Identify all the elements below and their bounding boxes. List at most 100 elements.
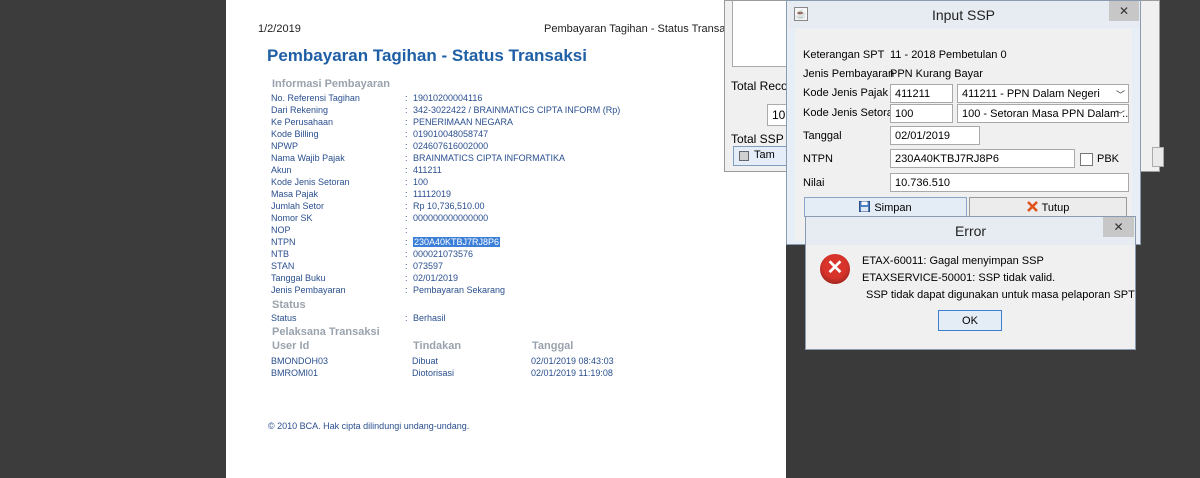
ok-button[interactable]: OK xyxy=(938,310,1002,331)
chevron-down-icon: ﹀ xyxy=(1115,90,1125,100)
table-cell-action: Dibuat xyxy=(412,356,439,366)
info-label: Dari Rekening xyxy=(271,105,329,115)
total-records-label: Total Recor xyxy=(731,79,792,93)
info-label: Nomor SK xyxy=(271,213,313,223)
info-label: Kode Jenis Setoran xyxy=(271,177,350,187)
info-separator: : xyxy=(405,117,408,127)
info-separator: : xyxy=(405,213,408,223)
status-value: Berhasil xyxy=(413,313,446,323)
info-separator: : xyxy=(405,153,408,163)
info-separator: : xyxy=(405,177,408,187)
ntpn-selected-text[interactable]: 230A40KTBJ7RJ8P6 xyxy=(413,237,501,247)
info-separator: : xyxy=(405,189,408,199)
print-date: 1/2/2019 xyxy=(258,23,301,35)
info-value: PENERIMAAN NEGARA xyxy=(413,117,514,127)
info-separator: : xyxy=(405,201,408,211)
info-value: 024607616002000 xyxy=(413,141,489,151)
table-cell-date: 02/01/2019 11:19:08 xyxy=(531,368,613,378)
bank-status-page: 1/2/2019 Pembayaran Tagihan - Status Tra… xyxy=(226,0,786,478)
kode-jenis-pajak-field[interactable]: 411211 xyxy=(890,84,953,103)
info-value: 411211 xyxy=(413,165,442,175)
chevron-down-icon: ﹀ xyxy=(1115,110,1125,120)
kode-jenis-pajak-select[interactable]: 411211 - PPN Dalam Negeri ﹀ xyxy=(957,84,1129,103)
tutup-button-label: Tutup xyxy=(1041,202,1070,214)
nilai-field[interactable]: 10.736.510 xyxy=(890,173,1129,192)
error-message-line: SSP tidak dapat digunakan untuk masa pel… xyxy=(866,289,1135,301)
kode-jenis-pajak-selected: 411211 - PPN Dalam Negeri xyxy=(962,88,1100,100)
info-value: 19010200004116 xyxy=(413,93,483,103)
section-status: Status xyxy=(272,299,306,311)
table-cell-action: Diotorisasi xyxy=(412,368,455,378)
records-list-area[interactable] xyxy=(732,1,794,67)
simpan-button[interactable]: Simpan xyxy=(804,197,967,217)
info-value: Pembayaran Sekarang xyxy=(413,285,506,295)
error-message-line: ETAXSERVICE-50001: SSP tidak valid. xyxy=(862,272,1056,284)
ntpn-field[interactable]: 230A40KTBJ7RJ8P6 xyxy=(890,149,1075,168)
error-titlebar[interactable]: Error ✕ xyxy=(806,217,1135,245)
info-separator: : xyxy=(405,261,408,271)
info-value: 000000000000000 xyxy=(413,213,489,223)
pbk-label: PBK xyxy=(1097,153,1120,165)
info-value: BRAINMATICS CIPTA INFORMATIKA xyxy=(413,153,566,163)
info-label: Nama Wajib Pajak xyxy=(271,153,345,163)
error-icon: ✕ xyxy=(820,254,850,284)
table-cell-user: BMROMI01 xyxy=(271,368,319,378)
info-label: STAN xyxy=(271,261,295,271)
kode-jenis-setoran-selected: 100 - Setoran Masa PPN Dalam ... xyxy=(962,108,1129,120)
info-value: 000021073576 xyxy=(413,249,474,259)
add-icon xyxy=(739,151,749,161)
info-label: NPWP xyxy=(271,141,298,151)
close-icon[interactable]: ✕ xyxy=(1109,1,1139,21)
close-icon xyxy=(1026,201,1038,212)
kode-jenis-setoran-label: Kode Jenis Setoran xyxy=(803,107,900,119)
info-separator: : xyxy=(405,93,408,103)
info-separator: : xyxy=(405,165,408,175)
error-dialog: Error ✕ ✕ ETAX-60011: Gagal menyimpan SS… xyxy=(805,216,1136,350)
kode-jenis-setoran-field[interactable]: 100 xyxy=(890,104,953,123)
tutup-button[interactable]: Tutup xyxy=(969,197,1127,217)
input-ssp-body: Keterangan SPT 11 - 2018 Pembetulan 0 Je… xyxy=(795,29,1132,241)
info-separator: : xyxy=(405,141,408,151)
info-value: 342-3022422 / BRAINMATICS CIPTA INFORM (… xyxy=(413,105,621,115)
info-label: NTPN xyxy=(271,237,296,247)
table-header-tanggal: Tanggal xyxy=(532,340,574,352)
kode-jenis-setoran-select[interactable]: 100 - Setoran Masa PPN Dalam ... ﹀ xyxy=(957,104,1129,123)
section-informasi-pembayaran: Informasi Pembayaran xyxy=(272,78,390,90)
info-separator: : xyxy=(405,129,408,139)
keterangan-spt-label: Keterangan SPT xyxy=(803,49,885,61)
jenis-pembayaran-label: Jenis Pembayaran xyxy=(803,68,895,80)
info-label: Masa Pajak xyxy=(271,189,319,199)
input-ssp-titlebar[interactable]: ☕ Input SSP ✕ xyxy=(787,1,1140,28)
info-value: 02/01/2019 xyxy=(413,273,459,283)
info-value: 11112019 xyxy=(413,189,452,199)
info-value: 100 xyxy=(413,177,429,187)
tambah-button[interactable]: Tam xyxy=(733,146,793,166)
table-cell-date: 02/01/2019 08:43:03 xyxy=(531,356,614,366)
info-label: Kode Billing xyxy=(271,129,319,139)
tanggal-field[interactable]: 02/01/2019 xyxy=(890,126,980,145)
table-cell-user: BMONDOH03 xyxy=(271,356,329,366)
error-message-line: ETAX-60011: Gagal menyimpan SSP xyxy=(862,255,1044,267)
table-header-user-id: User Id xyxy=(272,340,310,352)
total-ssp-label: Total SSP xyxy=(731,132,784,146)
print-header-title: Pembayaran Tagihan - Status Transaksi xyxy=(544,23,739,35)
info-label: NOP xyxy=(271,225,291,235)
info-label: Tanggal Buku xyxy=(271,273,326,283)
section-pelaksana-transaksi: Pelaksana Transaksi xyxy=(272,326,380,338)
info-label: Akun xyxy=(271,165,292,175)
page-title: Pembayaran Tagihan - Status Transaksi xyxy=(267,46,587,65)
tanggal-label: Tanggal xyxy=(803,130,842,142)
info-separator: : xyxy=(405,285,408,295)
nilai-label: Nilai xyxy=(803,177,825,189)
input-ssp-dialog: ☕ Input SSP ✕ Keterangan SPT 11 - 2018 P… xyxy=(786,0,1141,245)
info-value: 073597 xyxy=(413,261,444,271)
info-value: Rp 10,736,510.00 xyxy=(413,201,485,211)
right-edge-button[interactable] xyxy=(1152,147,1164,167)
close-icon[interactable]: ✕ xyxy=(1103,217,1134,237)
pbk-checkbox[interactable] xyxy=(1080,153,1093,166)
keterangan-spt-value: 11 - 2018 Pembetulan 0 xyxy=(890,49,1007,61)
info-separator: : xyxy=(405,225,408,235)
error-title: Error xyxy=(954,223,987,239)
simpan-button-label: Simpan xyxy=(874,202,912,214)
input-ssp-title: Input SSP xyxy=(931,7,996,23)
